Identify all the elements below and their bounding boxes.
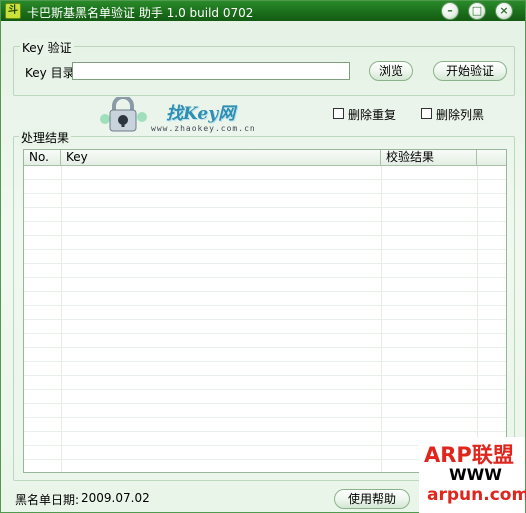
app-window: 斗 卡巴斯基黑名单验证 助手 1.0 build 0702 – □ × Key … bbox=[0, 0, 526, 513]
results-table-header: No. Key 校验结果 bbox=[24, 150, 506, 166]
close-icon: × bbox=[499, 4, 509, 17]
remove-blacklisted-label[interactable]: 删除列黑 bbox=[436, 106, 484, 123]
minimize-icon: – bbox=[447, 4, 453, 17]
column-header-key[interactable]: Key bbox=[61, 150, 381, 166]
key-dir-label: Key 目录 bbox=[25, 66, 75, 80]
brand-logo-text: 找Key网 bbox=[166, 104, 236, 124]
column-header-no[interactable]: No. bbox=[24, 150, 61, 166]
minimize-button[interactable]: – bbox=[441, 2, 459, 20]
watermark-line2: WWW bbox=[449, 465, 502, 484]
key-dir-input[interactable] bbox=[72, 62, 350, 80]
results-table-body[interactable] bbox=[24, 166, 506, 472]
results-group-label: 处理结果 bbox=[19, 129, 72, 146]
key-verify-group-label: Key 验证 bbox=[20, 39, 74, 56]
column-header-filler bbox=[477, 150, 506, 166]
lock-icon bbox=[100, 97, 147, 132]
title-bar[interactable]: 斗 卡巴斯基黑名单验证 助手 1.0 build 0702 – □ × bbox=[1, 1, 525, 21]
column-divider bbox=[477, 166, 478, 472]
browse-button[interactable]: 浏览 bbox=[369, 61, 413, 81]
column-header-result[interactable]: 校验结果 bbox=[381, 150, 477, 166]
blacklist-date-value: 2009.07.02 bbox=[81, 491, 150, 505]
start-verify-button[interactable]: 开始验证 bbox=[433, 61, 507, 81]
watermark-line3: arpun.com bbox=[427, 485, 526, 505]
blacklist-date-label: 黑名单日期: bbox=[15, 493, 80, 507]
column-divider bbox=[61, 166, 62, 472]
column-divider bbox=[381, 166, 382, 472]
remove-duplicates-checkbox[interactable] bbox=[333, 108, 344, 119]
maximize-icon: □ bbox=[471, 4, 483, 17]
close-button[interactable]: × bbox=[495, 2, 513, 20]
app-icon[interactable]: 斗 bbox=[5, 3, 21, 19]
results-table[interactable]: No. Key 校验结果 bbox=[23, 149, 507, 473]
window-title: 卡巴斯基黑名单验证 助手 1.0 build 0702 bbox=[27, 6, 254, 20]
remove-duplicates-label[interactable]: 删除重复 bbox=[348, 106, 396, 123]
remove-blacklisted-checkbox[interactable] bbox=[421, 108, 432, 119]
maximize-button[interactable]: □ bbox=[468, 2, 486, 20]
help-button[interactable]: 使用帮助 bbox=[334, 489, 410, 509]
watermark: ARP联盟 WWW arpun.com bbox=[419, 437, 526, 513]
brand-url: www.zhaokey.com.cn bbox=[151, 124, 256, 133]
